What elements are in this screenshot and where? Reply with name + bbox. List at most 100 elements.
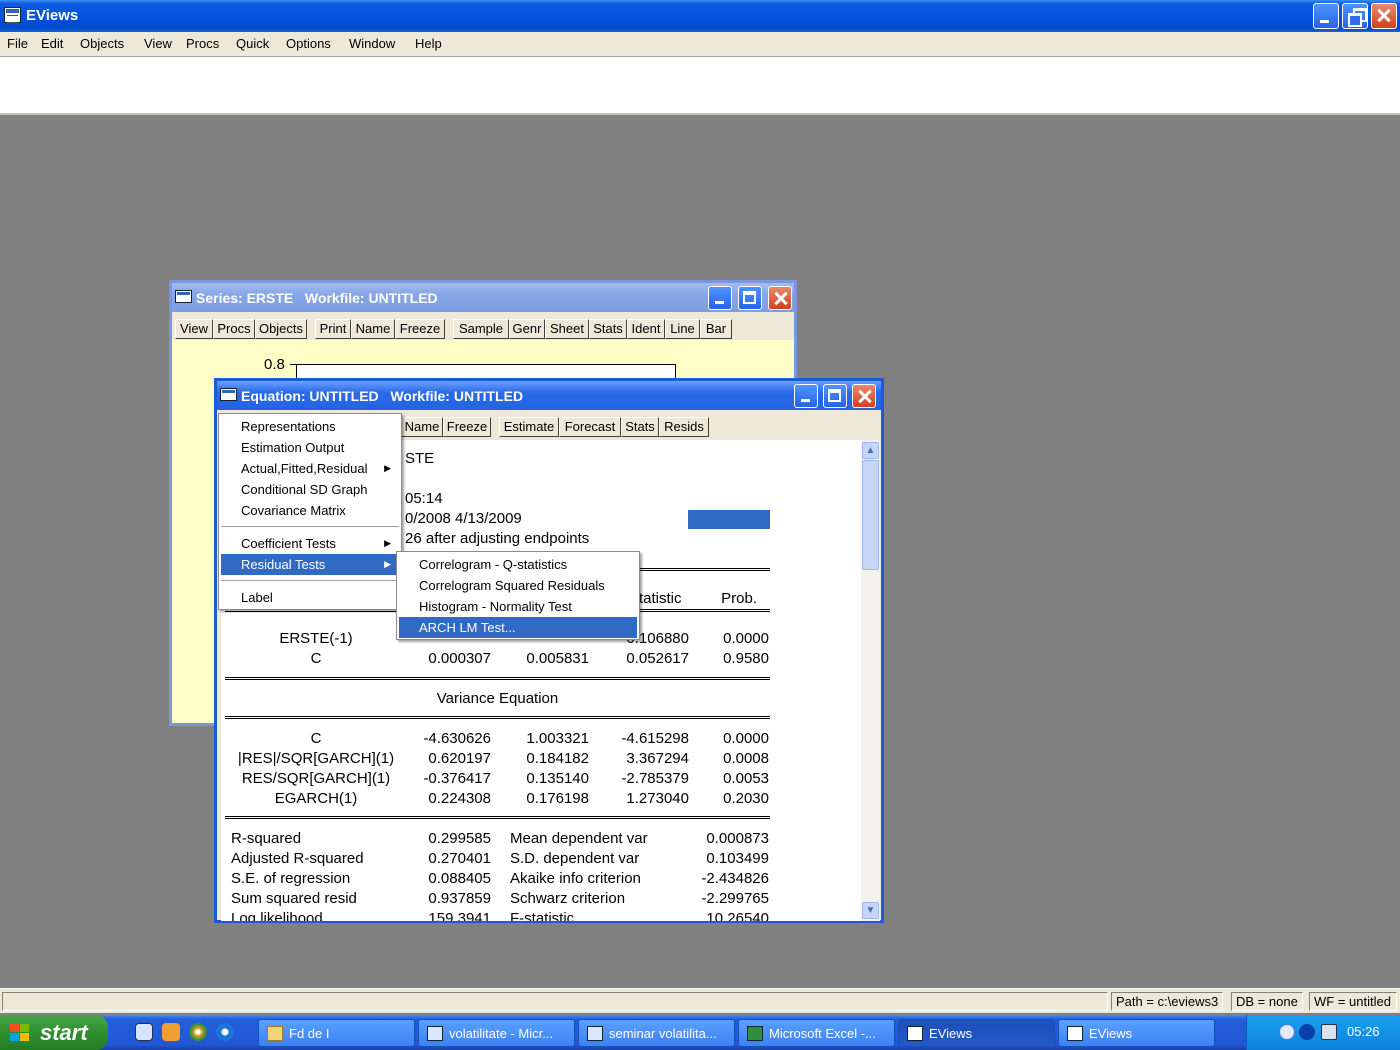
stat-label: Adjusted R-squared <box>231 850 364 867</box>
series-btn-ident[interactable]: Ident <box>627 319 665 339</box>
menu-item-label: Actual,Fitted,Residual <box>241 461 368 476</box>
series-btn-name[interactable]: Name <box>351 319 395 339</box>
taskbar-item-word-2[interactable]: seminar volatilita... <box>578 1019 735 1047</box>
series-btn-line[interactable]: Line <box>665 319 700 339</box>
equation-close-button[interactable] <box>852 384 876 408</box>
show-desktop-icon[interactable] <box>135 1023 153 1041</box>
system-tray: 05:26 <box>1246 1015 1400 1050</box>
series-close-button[interactable] <box>768 286 792 310</box>
restore-icon <box>1348 8 1367 27</box>
menu-edit[interactable]: Edit <box>41 36 63 51</box>
menu-separator <box>221 580 399 581</box>
series-btn-freeze[interactable]: Freeze <box>395 319 445 339</box>
eq-btn-estimate[interactable]: Estimate <box>499 417 559 437</box>
menu-item-actual-fitted-residual[interactable]: Actual,Fitted,Residual ▶ <box>221 458 399 479</box>
menu-file[interactable]: File <box>7 36 28 51</box>
main-title-bar[interactable]: EViews <box>0 0 1400 32</box>
menu-help[interactable]: Help <box>415 36 442 51</box>
task-label: Microsoft Excel -... <box>769 1026 876 1041</box>
menu-objects[interactable]: Objects <box>80 36 124 51</box>
coef-name: EGARCH(1) <box>274 790 358 807</box>
menu-item-histogram-normality[interactable]: Histogram - Normality Test <box>399 596 637 617</box>
coef-name: |RES|/SQR[GARCH](1) <box>237 750 395 767</box>
taskbar-item-word-1[interactable]: volatilitate - Micr... <box>418 1019 575 1047</box>
series-btn-procs[interactable]: Procs <box>213 319 255 339</box>
menu-options[interactable]: Options <box>286 36 331 51</box>
minimize-button[interactable] <box>1313 3 1339 29</box>
eq-btn-forecast[interactable]: Forecast <box>559 417 621 437</box>
start-button[interactable]: start <box>0 1015 108 1050</box>
series-btn-sheet[interactable]: Sheet <box>545 319 589 339</box>
taskbar-item-folder[interactable]: Fd de I <box>258 1019 415 1047</box>
residual-tests-submenu: Correlogram - Q-statistics Correlogram S… <box>396 551 640 640</box>
series-btn-bar[interactable]: Bar <box>700 319 732 339</box>
stat-value: 159.3941 <box>428 910 491 921</box>
menu-item-label[interactable]: Label <box>221 587 399 608</box>
taskbar-item-excel[interactable]: Microsoft Excel -... <box>738 1019 895 1047</box>
equation-minimize-button[interactable] <box>794 384 818 408</box>
menu-item-arch-lm-test[interactable]: ARCH LM Test... <box>399 617 637 638</box>
taskbar-item-eviews-active[interactable]: EViews <box>898 1019 1055 1047</box>
tray-expand-icon[interactable] <box>1279 1024 1295 1040</box>
menu-item-correlogram-squared[interactable]: Correlogram Squared Residuals <box>399 575 637 596</box>
flag-blue <box>10 1033 19 1041</box>
menu-view[interactable]: View <box>144 36 172 51</box>
close-button[interactable] <box>1371 3 1397 29</box>
flag-yellow <box>20 1033 29 1041</box>
menu-quick[interactable]: Quick <box>236 36 269 51</box>
stat-value: 0.937859 <box>428 890 491 907</box>
series-minimize-button[interactable] <box>708 286 732 310</box>
series-btn-stats[interactable]: Stats <box>589 319 627 339</box>
menu-window[interactable]: Window <box>349 36 395 51</box>
scroll-down-icon[interactable]: ▼ <box>862 902 879 919</box>
coef-value: 0.184182 <box>526 750 589 767</box>
menu-item-estimation-output[interactable]: Estimation Output <box>221 437 399 458</box>
minimize-icon <box>715 301 724 304</box>
series-maximize-button[interactable] <box>738 286 762 310</box>
task-label: EViews <box>1089 1026 1133 1041</box>
menu-item-label: Residual Tests <box>241 557 326 572</box>
coef-value: 0.176198 <box>526 790 589 807</box>
network-icon[interactable] <box>1321 1024 1337 1040</box>
series-btn-objects[interactable]: Objects <box>255 319 307 339</box>
menu-item-coefficient-tests[interactable]: Coefficient Tests ▶ <box>221 533 399 554</box>
equation-maximize-button[interactable] <box>823 384 847 408</box>
series-btn-print[interactable]: Print <box>315 319 351 339</box>
command-window[interactable] <box>0 57 1400 115</box>
selection-highlight <box>688 510 770 529</box>
scroll-thumb[interactable] <box>862 460 879 570</box>
menu-item-conditional-sd-graph[interactable]: Conditional SD Graph <box>221 479 399 500</box>
menu-separator <box>221 526 399 527</box>
coef-value: 3.367294 <box>626 750 689 767</box>
series-window-title-bar[interactable]: Series: ERSTE Workfile: UNTITLED <box>172 283 794 312</box>
equation-window-title-bar[interactable]: Equation: UNTITLED Workfile: UNTITLED <box>217 381 881 410</box>
y-axis-tick-label: 0.8 <box>264 356 285 373</box>
eq-btn-stats[interactable]: Stats <box>621 417 659 437</box>
menu-item-correlogram-q[interactable]: Correlogram - Q-statistics <box>399 554 637 575</box>
media-player-icon[interactable] <box>189 1023 207 1041</box>
series-btn-genr[interactable]: Genr <box>509 319 545 339</box>
vertical-scrollbar[interactable]: ▲ ▼ <box>861 440 880 921</box>
equation-window-title: Equation: UNTITLED Workfile: UNTITLED <box>241 388 524 404</box>
eq-btn-freeze[interactable]: Freeze <box>443 417 491 437</box>
bluetooth-icon[interactable] <box>1299 1024 1315 1040</box>
windows-logo-icon <box>10 1024 30 1042</box>
coef-value: 0.620197 <box>428 750 491 767</box>
series-btn-view[interactable]: View <box>175 319 213 339</box>
coef-value: 0.0053 <box>723 770 769 787</box>
restore-button[interactable] <box>1342 3 1368 29</box>
output-line: 05:14 <box>405 490 443 507</box>
eq-btn-resids[interactable]: Resids <box>659 417 709 437</box>
menu-procs[interactable]: Procs <box>186 36 219 51</box>
series-btn-sample[interactable]: Sample <box>453 319 509 339</box>
quicklaunch-app-icon[interactable] <box>162 1023 180 1041</box>
stat-label: R-squared <box>231 830 302 847</box>
menu-item-representations[interactable]: Representations <box>221 416 399 437</box>
eq-btn-name[interactable]: Name <box>401 417 443 437</box>
menu-item-residual-tests[interactable]: Residual Tests ▶ <box>221 554 399 575</box>
eviews-app-icon[interactable] <box>4 7 21 23</box>
scroll-up-icon[interactable]: ▲ <box>862 442 879 459</box>
menu-item-covariance-matrix[interactable]: Covariance Matrix <box>221 500 399 521</box>
internet-explorer-icon[interactable] <box>216 1023 234 1041</box>
taskbar-item-eviews[interactable]: EViews <box>1058 1019 1215 1047</box>
